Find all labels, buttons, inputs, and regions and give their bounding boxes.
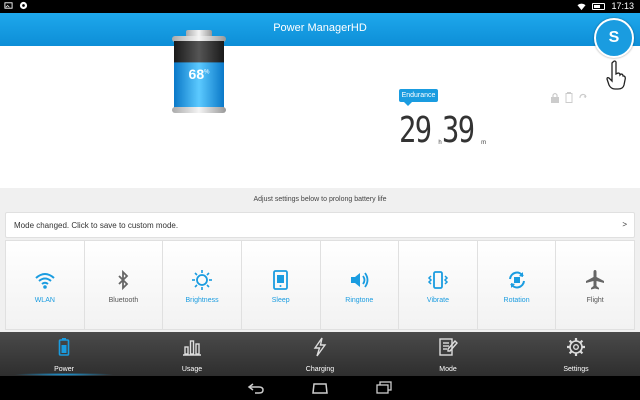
battery-panel — [0, 46, 640, 188]
wifi-icon — [35, 273, 55, 289]
tab-power[interactable]: Power — [0, 332, 128, 376]
rotation-icon — [508, 271, 525, 289]
endurance-hours: 29 — [399, 110, 432, 151]
tab-label: Mode — [439, 366, 457, 373]
image-icon — [4, 2, 13, 9]
system-nav-bar — [0, 376, 640, 400]
toggle-row: WLAN Bluetooth Brightness Sleep Ringtone… — [5, 240, 635, 330]
brightness-icon — [192, 270, 213, 290]
app-title: Power ManagerHD — [273, 22, 367, 34]
toggle-label: Ringtone — [345, 297, 374, 304]
toggle-ringtone[interactable]: Ringtone — [320, 241, 400, 329]
battery-percent-unit: % — [204, 69, 210, 76]
tab-label: Charging — [305, 366, 335, 373]
battery-percent-value: 68 — [188, 66, 205, 82]
toggle-label: Rotation — [503, 297, 530, 304]
toggle-label: Vibrate — [426, 297, 449, 304]
battery-icon — [58, 338, 70, 356]
mode-changed-text: Mode changed. Click to save to custom mo… — [14, 221, 179, 230]
chevron-right-icon: > — [622, 220, 627, 229]
toggle-label: Sleep — [271, 297, 290, 304]
hint-text: Adjust settings below to prolong battery… — [253, 196, 387, 203]
endurance-time: 29 h 39 m — [399, 107, 486, 149]
bottom-tab-bar: Power Usage Charging Mode Settings — [0, 332, 640, 376]
toggle-vibrate[interactable]: Vibrate — [399, 241, 478, 329]
tab-label: Settings — [563, 366, 589, 373]
edit-note-icon — [439, 338, 458, 356]
tab-label: Usage — [181, 366, 203, 373]
battery-small-icon[interactable] — [564, 92, 574, 103]
toggle-wlan[interactable]: WLAN — [6, 241, 85, 329]
endurance-minutes: 39 — [441, 110, 475, 151]
app-notification-icon — [19, 1, 28, 10]
toggle-label: Brightness — [185, 297, 219, 304]
gear-icon — [567, 338, 585, 356]
hint-bar: Adjust settings below to prolong battery… — [0, 188, 640, 212]
battery-status-icon — [592, 2, 606, 10]
back-icon[interactable] — [247, 381, 265, 395]
endurance-minutes-unit: m — [481, 140, 487, 146]
status-bar: 17:13 — [0, 0, 640, 13]
tab-usage[interactable]: Usage — [128, 332, 256, 376]
wifi-status-icon — [577, 3, 587, 10]
airplane-icon — [586, 270, 605, 290]
status-time: 17:13 — [611, 1, 634, 11]
sleep-icon — [272, 270, 288, 290]
vibrate-icon — [427, 271, 448, 289]
shortcut-icons — [550, 92, 588, 103]
power-manager-screen: 17:13 Power ManagerHD S 68% Endurance 29… — [0, 0, 640, 400]
hand-pointer-icon — [606, 60, 626, 90]
toggle-flight[interactable]: Flight — [556, 241, 634, 329]
lock-icon[interactable] — [550, 92, 560, 103]
sync-icon[interactable] — [578, 92, 588, 103]
tab-mode[interactable]: Mode — [384, 332, 512, 376]
toggle-rotation[interactable]: Rotation — [477, 241, 557, 329]
toggle-brightness[interactable]: Brightness — [163, 241, 242, 329]
recent-apps-icon[interactable] — [375, 381, 393, 395]
tab-charging[interactable]: Charging — [256, 332, 384, 376]
toggle-label: Bluetooth — [108, 297, 139, 304]
toggle-label: Flight — [586, 297, 604, 304]
toggle-label: WLAN — [34, 297, 55, 304]
home-icon[interactable] — [311, 381, 329, 395]
toggle-sleep[interactable]: Sleep — [241, 241, 321, 329]
title-bar: Power ManagerHD — [0, 13, 640, 46]
tab-settings[interactable]: Settings — [512, 332, 640, 376]
toggle-bluetooth[interactable]: Bluetooth — [84, 241, 164, 329]
mode-changed-bar[interactable]: Mode changed. Click to save to custom mo… — [5, 212, 635, 238]
battery-percent: 68% — [166, 66, 232, 82]
ringtone-icon — [351, 272, 369, 288]
lightning-icon — [313, 337, 327, 357]
bluetooth-icon — [118, 269, 129, 291]
endurance-badge: Endurance — [399, 89, 438, 106]
tab-label: Power — [54, 366, 74, 373]
bar-chart-icon — [183, 340, 201, 356]
s-floating-button[interactable]: S — [594, 18, 634, 58]
